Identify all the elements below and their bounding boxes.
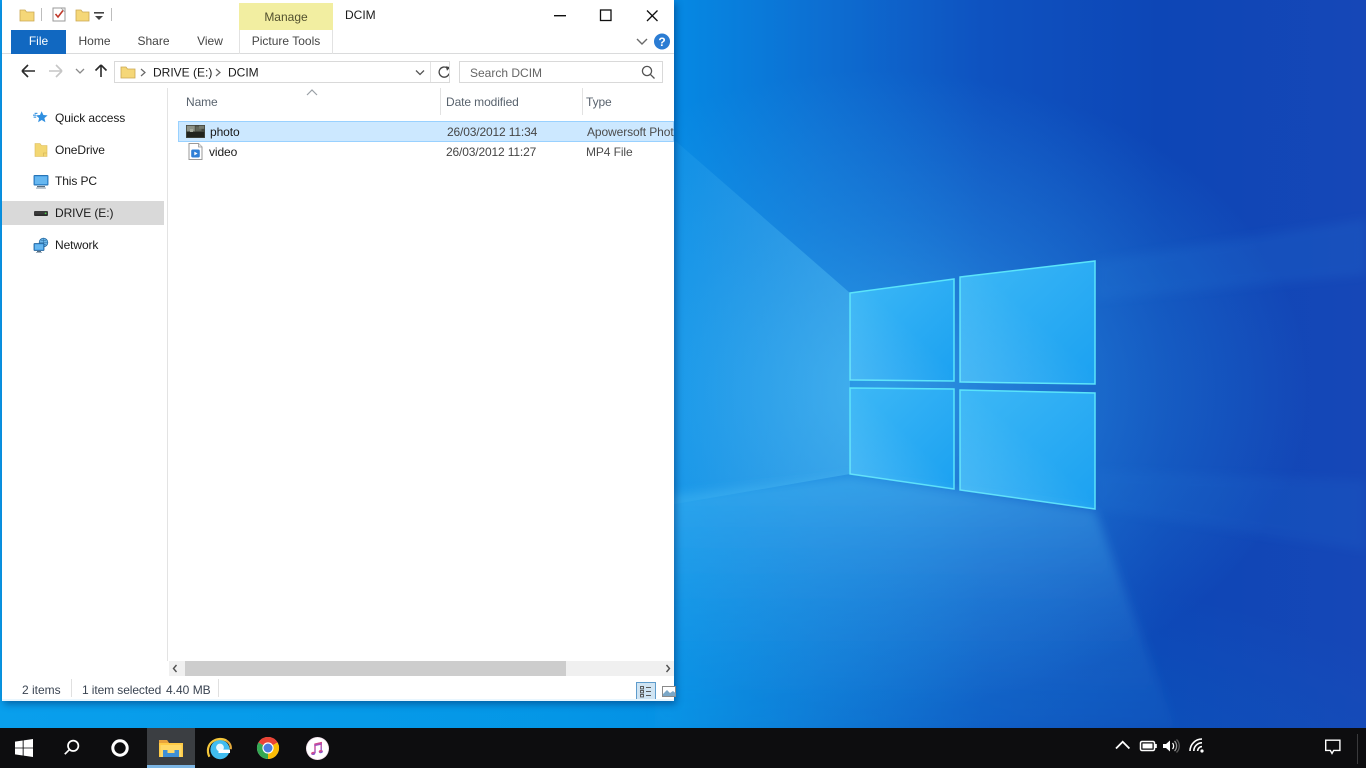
svg-text:DCIM: DCIM: [228, 66, 259, 80]
svg-text:DRIVE (E:): DRIVE (E:): [153, 66, 212, 80]
svg-text:?: ?: [658, 35, 665, 49]
